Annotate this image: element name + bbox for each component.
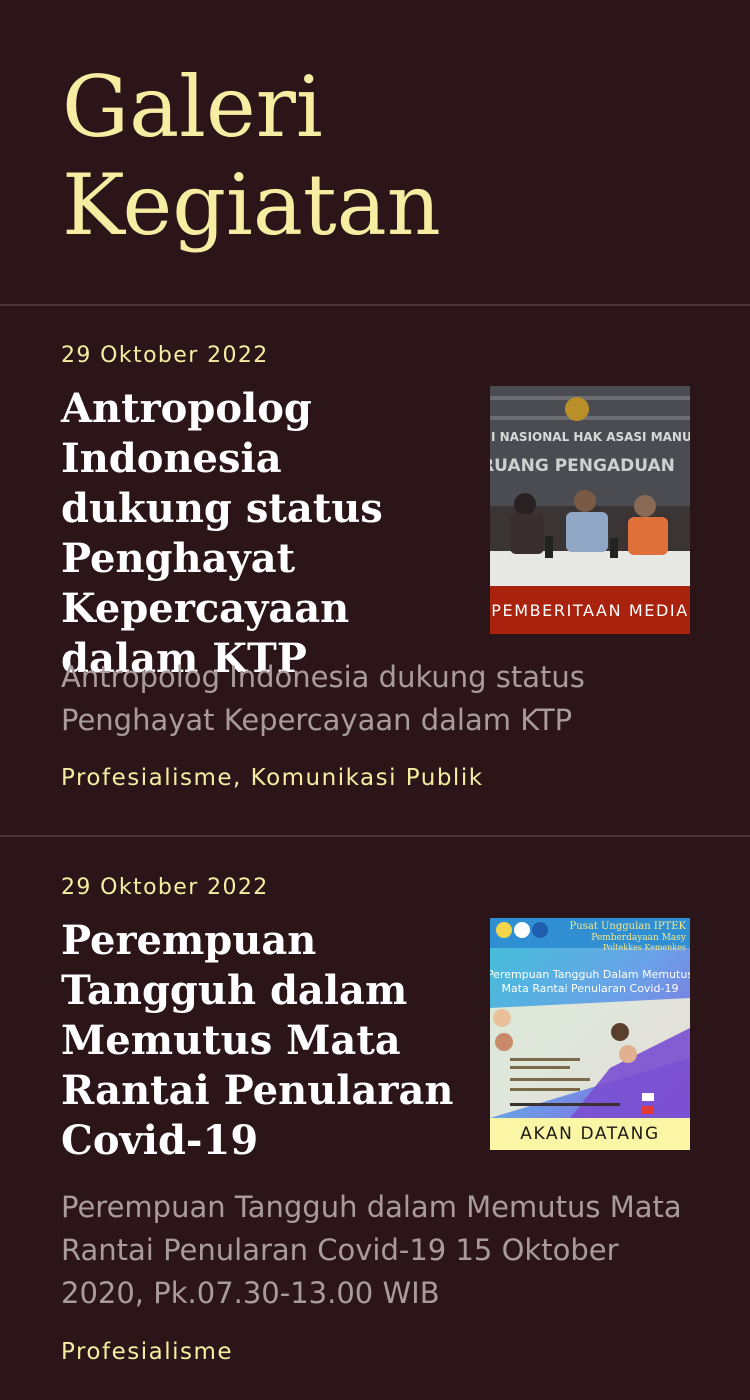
category-badge: PEMBERITAAN MEDIA	[490, 586, 690, 634]
wall-sign-text-2: RUANG PENGADUAN	[490, 456, 675, 476]
press-conference-photo: MISI NASIONAL HAK ASASI MANUSIA RUANG PE…	[490, 386, 690, 586]
poster-header-3: Poltekkes Kemenkes	[603, 943, 686, 952]
poster-title-1: Perempuan Tangguh Dalam Memutus	[490, 968, 690, 981]
article-excerpt: Perempuan Tangguh dalam Memutus Mata Ran…	[61, 1190, 682, 1310]
divider	[0, 835, 750, 837]
article-title-link[interactable]: Antropolog Indonesia dukung status Pengh…	[61, 384, 461, 684]
article-thumbnail[interactable]: MISI NASIONAL HAK ASASI MANUSIA RUANG PE…	[490, 386, 690, 634]
article-date: 29 Oktober 2022	[61, 343, 269, 368]
poster-header-1: Pusat Unggulan IPTEK	[570, 921, 687, 932]
article-title-link[interactable]: Perempuan Tangguh dalam Memutus Mata Ran…	[61, 916, 461, 1166]
article-date: 29 Oktober 2022	[61, 875, 269, 900]
page-title: Galeri Kegiatan	[62, 58, 441, 254]
article-excerpt: Antropolog Indonesia dukung status Pengh…	[61, 660, 585, 737]
webinar-poster-image: Pusat Unggulan IPTEK Pemberdayaan Masy P…	[490, 918, 690, 1118]
article-tags[interactable]: Profesialisme, Komunikasi Publik	[61, 765, 484, 791]
divider	[0, 304, 750, 306]
poster-title-2: Mata Rantai Penularan Covid-19	[502, 982, 679, 995]
article-thumbnail[interactable]: Pusat Unggulan IPTEK Pemberdayaan Masy P…	[490, 918, 690, 1150]
article-tags[interactable]: Profesialisme	[61, 1339, 233, 1365]
category-badge: AKAN DATANG	[490, 1118, 690, 1150]
wall-sign-text-1: MISI NASIONAL HAK ASASI MANUSIA	[490, 430, 690, 444]
poster-header-2: Pemberdayaan Masy	[591, 933, 687, 943]
